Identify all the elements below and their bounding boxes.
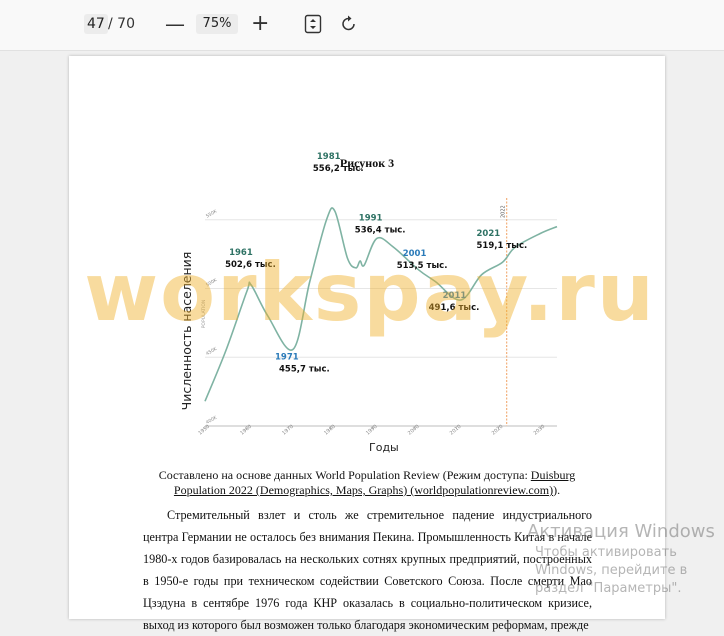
y-tick-label: 500K xyxy=(205,277,219,288)
annotation-value-label: 491,6 тыс. xyxy=(429,303,480,313)
population-line-chart: 400K450K500K550K1950 1960 1970 1980 1990 2000… xyxy=(179,152,558,454)
annotation-value-label: 502,6 тыс. xyxy=(225,260,276,270)
annotation-year-label: 2021 xyxy=(477,229,501,239)
document-page: Рисунок 3 400K 450K 500K 550K 1950 1960 1970 19… xyxy=(69,56,665,632)
annotation-value-label: 513,5 тыс. xyxy=(397,261,448,271)
chart-series xyxy=(204,207,558,402)
annotation-year-label: 2011 xyxy=(443,291,467,301)
viewer-toolbar: 47 / 70 — 75% + xyxy=(0,0,724,51)
annotation-year-label: 1971 xyxy=(275,352,299,362)
zoom-level-field[interactable]: 75% xyxy=(196,14,238,34)
figure-source: Составлено на основе данных World Popula… xyxy=(139,468,595,498)
annotation-value-label: 519,1 тыс. xyxy=(477,241,528,251)
annotation-year-label: 1961 xyxy=(229,248,253,258)
zoom-out-button[interactable]: — xyxy=(165,14,185,34)
reference-vline-label: 2022 xyxy=(501,205,507,218)
inner-y-axis-title: POPULATION xyxy=(201,300,207,329)
annotation-year-label: 2001 xyxy=(403,249,427,259)
y-axis-title: Численность населения xyxy=(179,252,194,411)
chart-reference-line: 2022 xyxy=(501,198,508,426)
source-prefix: Составлено на основе данных World Popula… xyxy=(158,468,531,482)
rotate-icon[interactable] xyxy=(340,14,358,34)
body-paragraph: Стремительный взлет и столь же стремител… xyxy=(143,508,592,632)
page-number-input[interactable]: 47 xyxy=(84,14,108,34)
fit-page-icon[interactable] xyxy=(304,14,322,34)
page-total: / 70 xyxy=(108,16,135,32)
annotation-value-label: 556,2 тыс. xyxy=(313,164,364,174)
source-suffix: ). xyxy=(553,483,561,497)
y-tick-label: 450K xyxy=(205,345,219,356)
annotation-year-label: 1981 xyxy=(317,152,341,162)
zoom-in-button[interactable]: + xyxy=(251,13,269,35)
y-tick-label: 550K xyxy=(205,208,219,219)
annotation-year-label: 1991 xyxy=(359,213,383,223)
annotation-value-label: 455,7 тыс. xyxy=(279,364,330,374)
annotation-value-label: 536,4 тыс. xyxy=(355,225,406,235)
x-axis-title: Годы xyxy=(369,441,399,454)
chart-annotations: 1961 502,6 тыс. 1971 455,7 тыс. 1981 556,2 ты… xyxy=(225,152,527,374)
population-series-line xyxy=(204,207,558,402)
